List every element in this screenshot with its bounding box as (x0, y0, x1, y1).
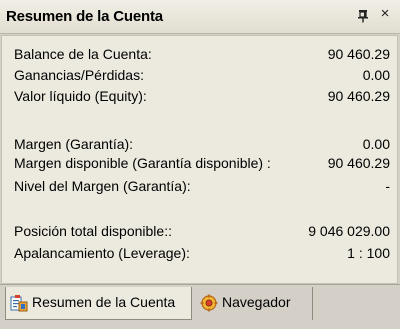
title-bar[interactable]: Resumen de la Cuenta × (0, 0, 400, 34)
tab-navigator[interactable]: Navegador (196, 287, 313, 320)
account-row-leverage: Apalancamiento (Leverage): 1 : 100 (14, 244, 390, 262)
account-summary-panel: Balance de la Cuenta: 90 460.29 Ganancia… (1, 35, 398, 284)
row-value: 1 : 100 (347, 245, 390, 261)
row-label: Ganancias/Pérdidas: (14, 67, 144, 83)
navigator-icon (200, 294, 218, 312)
row-label: Margen disponible (Garantía disponible) … (14, 155, 271, 171)
tab-label: Resumen de la Cuenta (32, 294, 176, 310)
row-label: Posición total disponible:: (14, 223, 172, 239)
account-row-margin: Margen (Garantía): 0.00 (14, 135, 390, 153)
row-label: Nivel del Margen (Garantía): (14, 178, 191, 194)
account-summary-window: Resumen de la Cuenta × Balance de la Cue… (0, 0, 400, 329)
row-value: 0.00 (362, 136, 390, 152)
close-icon[interactable]: × (378, 6, 392, 21)
account-row-free-margin: Margen disponible (Garantía disponible) … (14, 154, 390, 172)
row-label: Margen (Garantía): (14, 136, 134, 152)
bottom-tab-bar: Resumen de la Cuenta Navegador (0, 284, 400, 329)
account-row-margin-level: Nivel del Margen (Garantía): - (14, 177, 390, 195)
tab-label: Navegador (222, 294, 291, 310)
row-label: Valor líquido (Equity): (14, 88, 147, 104)
account-summary-icon (10, 295, 28, 312)
account-row-balance: Balance de la Cuenta: 90 460.29 (14, 45, 390, 63)
row-value: 9 046 029.00 (308, 223, 390, 239)
row-label: Balance de la Cuenta: (14, 46, 152, 62)
row-value: - (385, 178, 390, 194)
account-row-total-position: Posición total disponible:: 9 046 029.00 (14, 222, 390, 240)
pin-icon[interactable] (356, 9, 370, 23)
account-row-equity: Valor líquido (Equity): 90 460.29 (14, 87, 390, 105)
row-value: 90 460.29 (327, 46, 390, 62)
tab-account-summary[interactable]: Resumen de la Cuenta (5, 287, 192, 320)
account-row-profit-loss: Ganancias/Pérdidas: 0.00 (14, 66, 390, 84)
row-value: 0.00 (362, 67, 390, 83)
window-title: Resumen de la Cuenta (6, 8, 163, 25)
row-value: 90 460.29 (327, 88, 390, 104)
row-label: Apalancamiento (Leverage): (14, 245, 190, 261)
row-value: 90 460.29 (327, 155, 390, 171)
